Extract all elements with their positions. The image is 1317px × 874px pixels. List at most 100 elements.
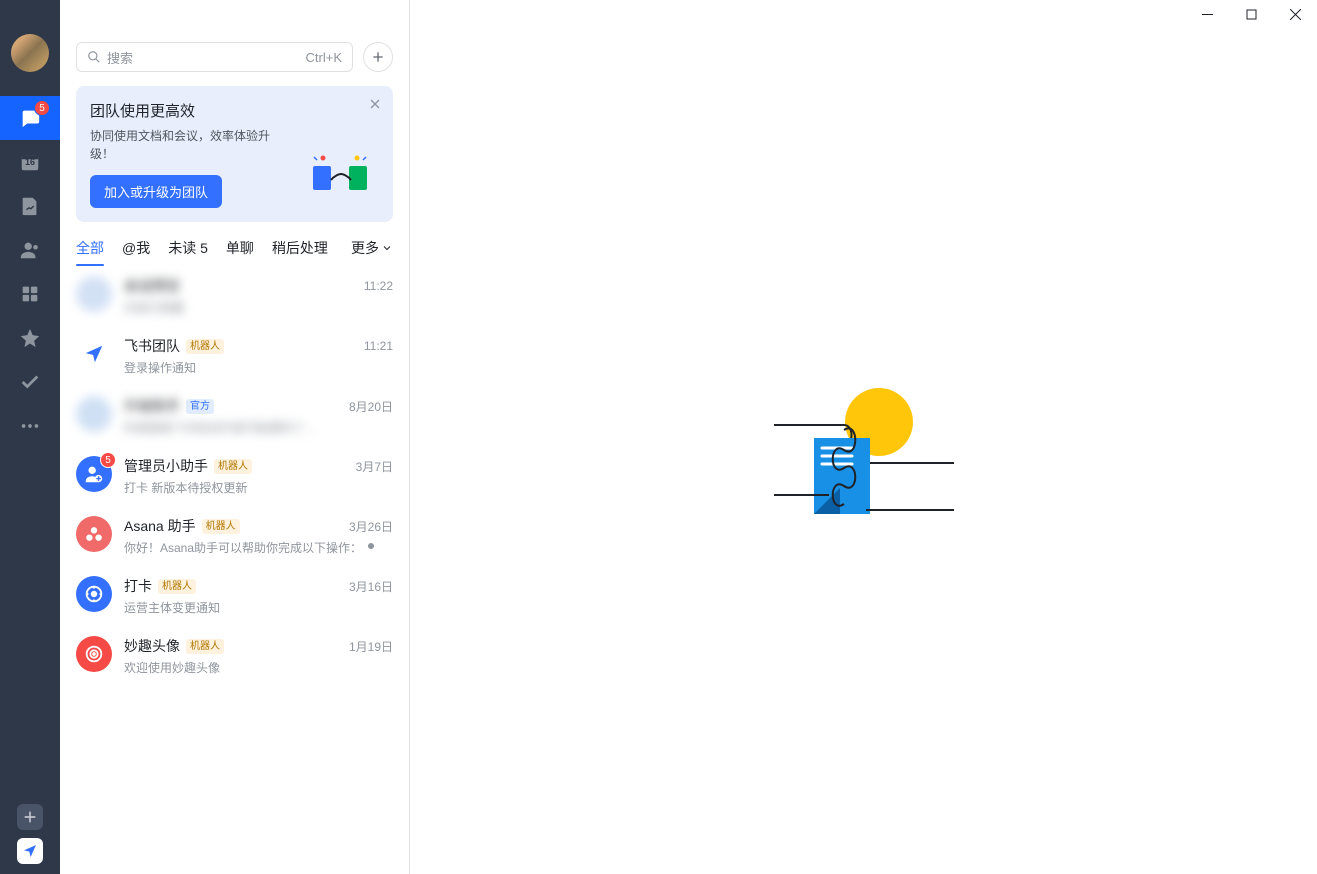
conversation-preview: 欢迎使用妙趣头像 <box>124 659 220 676</box>
nav-tasks[interactable] <box>0 360 60 404</box>
close-icon <box>367 96 383 112</box>
nav-favorites[interactable] <box>0 316 60 360</box>
nav-rail: 5 16 <box>0 0 60 874</box>
conversation-body: 升级助手官方8月20日的桌面端飞书自动升级可能遇到了… <box>124 396 393 436</box>
conversation-item[interactable]: 会话预览 11:22 内容已隐藏 <box>60 266 409 326</box>
search-placeholder: 搜索 <box>107 48 300 67</box>
promo-card: 团队使用更高效 协同使用文档和会议，效率体验升级！ 加入或升级为团队 <box>76 86 393 222</box>
conversation-name: 飞书团队 <box>124 336 180 356</box>
promo-close-button[interactable] <box>367 96 383 115</box>
official-tag: 官方 <box>186 399 214 414</box>
promo-title: 团队使用更高效 <box>90 100 379 121</box>
unread-badge: 5 <box>100 452 116 468</box>
promo-desc: 协同使用文档和会议，效率体验升级！ <box>90 127 280 163</box>
conversation-time: 1月19日 <box>349 638 393 655</box>
handshake-icon <box>309 154 371 200</box>
user-avatar[interactable] <box>11 34 49 72</box>
conversation-name: 打卡 <box>124 576 152 596</box>
bot-tag: 机器人 <box>202 519 240 534</box>
minimize-icon <box>1202 9 1213 20</box>
conversation-list: 会话预览11:22内容已隐藏飞书团队机器人11:21登录操作通知升级助手官方8月… <box>60 266 409 874</box>
conversation-body: 会话预览 11:22 内容已隐藏 <box>124 276 393 316</box>
main-area <box>410 0 1317 874</box>
filter-single[interactable]: 单聊 <box>226 238 254 266</box>
plus-icon <box>370 49 386 65</box>
nav-app-button[interactable] <box>17 838 43 864</box>
nav-messages-badge: 5 <box>34 100 50 116</box>
conversation-time: 11:22 <box>364 279 393 293</box>
search-icon <box>87 50 101 64</box>
conversation-item[interactable]: 妙趣头像机器人 1月19日欢迎使用妙趣头像 <box>60 626 409 686</box>
new-chat-button[interactable] <box>363 42 393 72</box>
conversation-item[interactable]: 飞书团队机器人11:21登录操作通知 <box>60 326 409 386</box>
conversation-body: 妙趣头像机器人 1月19日欢迎使用妙趣头像 <box>124 636 393 676</box>
conversation-avatar <box>76 396 112 432</box>
filter-more[interactable]: 更多 <box>351 238 393 266</box>
nav-contacts[interactable] <box>0 228 60 272</box>
conversation-body: 打卡机器人 3月16日运营主体变更通知 <box>124 576 393 616</box>
contacts-icon <box>19 239 41 261</box>
window-maximize-button[interactable] <box>1229 0 1273 28</box>
nav-more[interactable] <box>0 404 60 448</box>
grid-icon <box>19 283 41 305</box>
nav-calendar[interactable]: 16 <box>0 140 60 184</box>
search-input[interactable]: 搜索 Ctrl+K <box>76 42 353 72</box>
conversation-avatar <box>76 576 112 612</box>
filter-all[interactable]: 全部 <box>76 238 104 266</box>
search-shortcut: Ctrl+K <box>306 50 342 65</box>
conversation-time: 3月7日 <box>356 458 393 475</box>
conversation-preview: 的桌面端飞书自动升级可能遇到了… <box>124 419 316 436</box>
window-controls <box>1185 0 1317 28</box>
nav-workspace[interactable] <box>0 272 60 316</box>
nav-bottom <box>17 804 43 874</box>
conversation-preview: 内容已隐藏 <box>124 299 184 316</box>
conversation-preview: 你好！Asana助手可以帮助你完成以下操作： <box>124 539 362 556</box>
nav-messages[interactable]: 5 <box>0 96 60 140</box>
filter-later[interactable]: 稍后处理 <box>272 238 328 266</box>
conversation-preview: 打卡 新版本待授权更新 <box>124 479 247 496</box>
bot-tag: 机器人 <box>158 579 196 594</box>
conversation-body: 管理员小助手机器人 3月7日打卡 新版本待授权更新 <box>124 456 393 496</box>
filter-at-me[interactable]: @我 <box>122 238 150 266</box>
conversation-item[interactable]: Asana 助手机器人 3月26日你好！Asana助手可以帮助你完成以下操作： <box>60 506 409 566</box>
plus-icon <box>22 809 38 825</box>
conversation-time: 11:21 <box>364 339 393 353</box>
calendar-date: 16 <box>25 157 35 167</box>
filter-tabs: 全部 @我 未读 5 单聊 稍后处理 更多 <box>60 232 409 266</box>
conversation-name: 会话预览 <box>124 276 180 296</box>
nav-docs[interactable] <box>0 184 60 228</box>
conversation-time: 8月20日 <box>349 398 393 415</box>
window-minimize-button[interactable] <box>1185 0 1229 28</box>
more-icon <box>19 415 41 437</box>
check-icon <box>19 371 41 393</box>
bot-tag: 机器人 <box>186 339 224 354</box>
docs-icon <box>19 195 41 217</box>
conversation-avatar <box>76 516 112 552</box>
conversation-avatar <box>76 276 112 312</box>
conversation-name: Asana 助手 <box>124 516 196 536</box>
close-icon <box>1290 9 1301 20</box>
maximize-icon <box>1246 9 1257 20</box>
conversation-name: 妙趣头像 <box>124 636 180 656</box>
conversation-avatar: 5 <box>76 456 112 492</box>
bot-tag: 机器人 <box>214 459 252 474</box>
plane-icon <box>22 843 38 859</box>
conversation-item[interactable]: 打卡机器人 3月16日运营主体变更通知 <box>60 566 409 626</box>
conversation-time: 3月16日 <box>349 578 393 595</box>
bot-tag: 机器人 <box>186 639 224 654</box>
conversation-item[interactable]: 升级助手官方8月20日的桌面端飞书自动升级可能遇到了… <box>60 386 409 446</box>
conversation-item[interactable]: 5 管理员小助手机器人 3月7日打卡 新版本待授权更新 <box>60 446 409 506</box>
conversation-avatar <box>76 336 112 372</box>
chevron-down-icon <box>381 242 393 254</box>
conversation-time: 3月26日 <box>349 518 393 535</box>
filter-unread[interactable]: 未读 5 <box>168 238 208 266</box>
window-close-button[interactable] <box>1273 0 1317 28</box>
conversation-panel: 搜索 Ctrl+K 团队使用更高效 协同使用文档和会议，效率体验升级！ 加入或升… <box>60 0 410 874</box>
promo-upgrade-button[interactable]: 加入或升级为团队 <box>90 175 222 208</box>
conversation-name: 管理员小助手 <box>124 456 208 476</box>
nav-add-button[interactable] <box>17 804 43 830</box>
search-row: 搜索 Ctrl+K <box>60 0 409 82</box>
conversation-preview: 运营主体变更通知 <box>124 599 220 616</box>
empty-state-illustration <box>774 380 954 540</box>
conversation-avatar <box>76 636 112 672</box>
